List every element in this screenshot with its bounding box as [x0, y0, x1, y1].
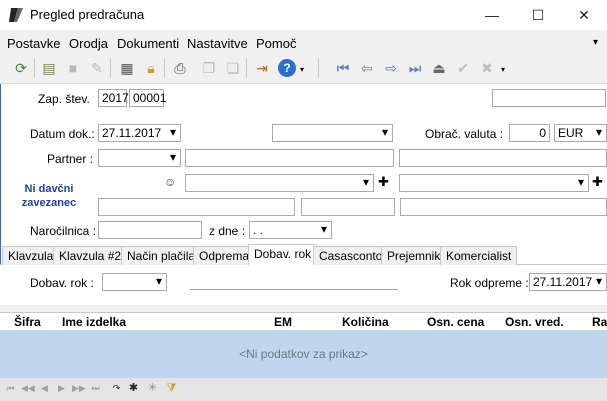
toolbar-separator: [34, 58, 35, 78]
menu-overflow-icon[interactable]: ▾: [593, 37, 598, 48]
currency-value: EUR: [558, 126, 584, 140]
datum-value: 27.11.2017: [102, 126, 162, 140]
tab-klavzula-2[interactable]: Klavzula #2: [53, 246, 128, 265]
exit-icon[interactable]: ⇥: [253, 59, 271, 77]
print-icon[interactable]: ⎙: [171, 59, 189, 77]
rok-odpreme-field[interactable]: 27.11.2017: [529, 273, 607, 291]
tab-komercialist[interactable]: Komercialist: [440, 246, 518, 265]
menu-pomoc[interactable]: Pomoč: [256, 36, 296, 51]
col-em[interactable]: EM: [274, 315, 292, 329]
nav-last-icon[interactable]: ⏭: [89, 381, 102, 395]
partner-label: Partner :: [47, 152, 94, 166]
top-right-field[interactable]: [492, 89, 606, 107]
menu-postavke[interactable]: Postavke: [7, 36, 60, 51]
dobav-rok-select[interactable]: [102, 273, 167, 291]
z-dne-field[interactable]: . .: [249, 221, 332, 239]
dobav-rok-text-line[interactable]: [190, 289, 398, 290]
contact-select-right[interactable]: [399, 174, 589, 192]
next-record-icon[interactable]: ⇨: [382, 59, 400, 77]
toolbar-separator: [246, 58, 247, 78]
app-logo-icon: [8, 7, 24, 23]
address-field-2[interactable]: [301, 198, 395, 216]
menu-orodja[interactable]: Orodja: [69, 36, 108, 51]
zap-number-field[interactable]: 00001: [129, 89, 166, 107]
toolbar-separator: [318, 58, 319, 78]
partner-name-field[interactable]: [185, 149, 394, 167]
help-icon[interactable]: ?: [278, 59, 296, 77]
col-sifra[interactable]: Šifra: [14, 315, 41, 329]
col-osn-vred[interactable]: Osn. vred.: [505, 315, 564, 329]
grid-top-line: [0, 312, 607, 313]
previous-record-icon[interactable]: ⇦: [358, 59, 376, 77]
partner-extra-field[interactable]: [399, 149, 607, 167]
first-record-icon[interactable]: ⏮: [334, 59, 352, 77]
address-field-3[interactable]: [400, 198, 607, 216]
toolbar-separator: [110, 58, 111, 78]
nav-filter-icon[interactable]: ⧩: [165, 381, 178, 395]
grid-empty-message: <Ni podatkov za prikaz>: [239, 347, 368, 361]
save-icon[interactable]: ■: [64, 59, 82, 77]
calculator-icon[interactable]: ▦: [118, 59, 136, 77]
new-document-icon[interactable]: ▤: [40, 59, 58, 77]
ni-davcni-label: Ni davčni zavezanec: [21, 183, 77, 209]
toolbar-separator: [164, 58, 165, 78]
address-field-1[interactable]: [98, 198, 295, 216]
zap-year-field[interactable]: 2017: [98, 89, 129, 107]
menu-dokumenti[interactable]: Dokumenti: [117, 36, 179, 51]
nav-prev-icon[interactable]: ◀: [38, 381, 51, 395]
nav-first-page-icon[interactable]: ⏮: [4, 381, 17, 395]
narocilnica-field[interactable]: [98, 221, 202, 239]
minimize-button[interactable]: —: [469, 0, 515, 30]
nav-refresh-icon[interactable]: ↷: [110, 381, 123, 395]
maximize-button[interactable]: ☐: [515, 0, 561, 30]
toolbar-overflow-icon[interactable]: ▾: [501, 65, 505, 74]
col-ra[interactable]: Ra: [592, 315, 607, 329]
edit-icon[interactable]: ✎: [88, 59, 106, 77]
eject-icon[interactable]: ⏏: [430, 59, 448, 77]
add-contact-left-icon[interactable]: ✚: [378, 174, 389, 190]
valuta-amount-field[interactable]: 0: [509, 124, 550, 142]
cancel-icon[interactable]: ✖: [478, 59, 496, 77]
nav-delete-icon[interactable]: ✳: [146, 381, 159, 395]
nav-prev-page-icon[interactable]: ◀◀: [21, 381, 35, 395]
menu-nastavitve[interactable]: Nastavitve: [187, 36, 248, 51]
currency-select[interactable]: EUR: [554, 124, 607, 142]
col-ime-izdelka[interactable]: Ime izdelka: [62, 315, 126, 329]
nav-next-icon[interactable]: ▶: [55, 381, 68, 395]
col-kolicina[interactable]: Količina: [342, 315, 389, 329]
tab-dobav-rok[interactable]: Dobav. rok: [248, 244, 318, 265]
partner-select[interactable]: [98, 149, 181, 167]
z-dne-value: . .: [253, 223, 264, 237]
zap-stev-label: Zap. štev.: [38, 92, 90, 106]
lock-icon[interactable]: 🔒︎: [142, 59, 160, 77]
tab-klavzula[interactable]: Klavzula: [2, 246, 60, 265]
z-dne-label: z dne :: [209, 224, 246, 238]
last-record-icon[interactable]: ⏭: [406, 59, 424, 77]
confirm-icon[interactable]: ✔: [454, 59, 472, 77]
tab-odprema[interactable]: Odprema: [193, 246, 256, 265]
valuta-label: Obrač. valuta :: [425, 127, 504, 141]
close-button[interactable]: ✕: [561, 0, 607, 30]
contact-person-icon[interactable]: ☺: [164, 175, 176, 189]
nav-insert-icon[interactable]: ✱: [127, 381, 140, 395]
refresh-icon[interactable]: ⟳: [12, 59, 30, 77]
rok-odpreme-label: Rok odpreme :: [450, 276, 529, 290]
tab-nacin-placila[interactable]: Način plačila: [121, 246, 202, 265]
add-contact-right-icon[interactable]: ✚: [592, 174, 603, 190]
narocilnica-label: Naročilnica :: [30, 224, 97, 238]
datum-field[interactable]: 27.11.2017: [98, 124, 181, 142]
copy-icon[interactable]: ❐: [200, 59, 218, 77]
nav-next-page-icon[interactable]: ▶▶: [72, 381, 86, 395]
rok-odpreme-value: 27.11.2017: [533, 275, 593, 289]
paste-icon[interactable]: ❏: [224, 59, 242, 77]
col-osn-cena[interactable]: Osn. cena: [427, 315, 484, 329]
window-title: Pregled predračuna: [30, 7, 145, 22]
dobav-rok-label: Dobav. rok :: [30, 276, 94, 290]
datum-label: Datum dok.:: [30, 127, 95, 141]
help-dropdown-icon[interactable]: ▾: [300, 65, 304, 74]
datum-type-select[interactable]: [272, 124, 393, 142]
tab-prejemnik[interactable]: Prejemnik: [381, 246, 447, 265]
tab-casasconto[interactable]: Casasconto: [313, 246, 389, 265]
contact-select-left[interactable]: [185, 174, 374, 192]
